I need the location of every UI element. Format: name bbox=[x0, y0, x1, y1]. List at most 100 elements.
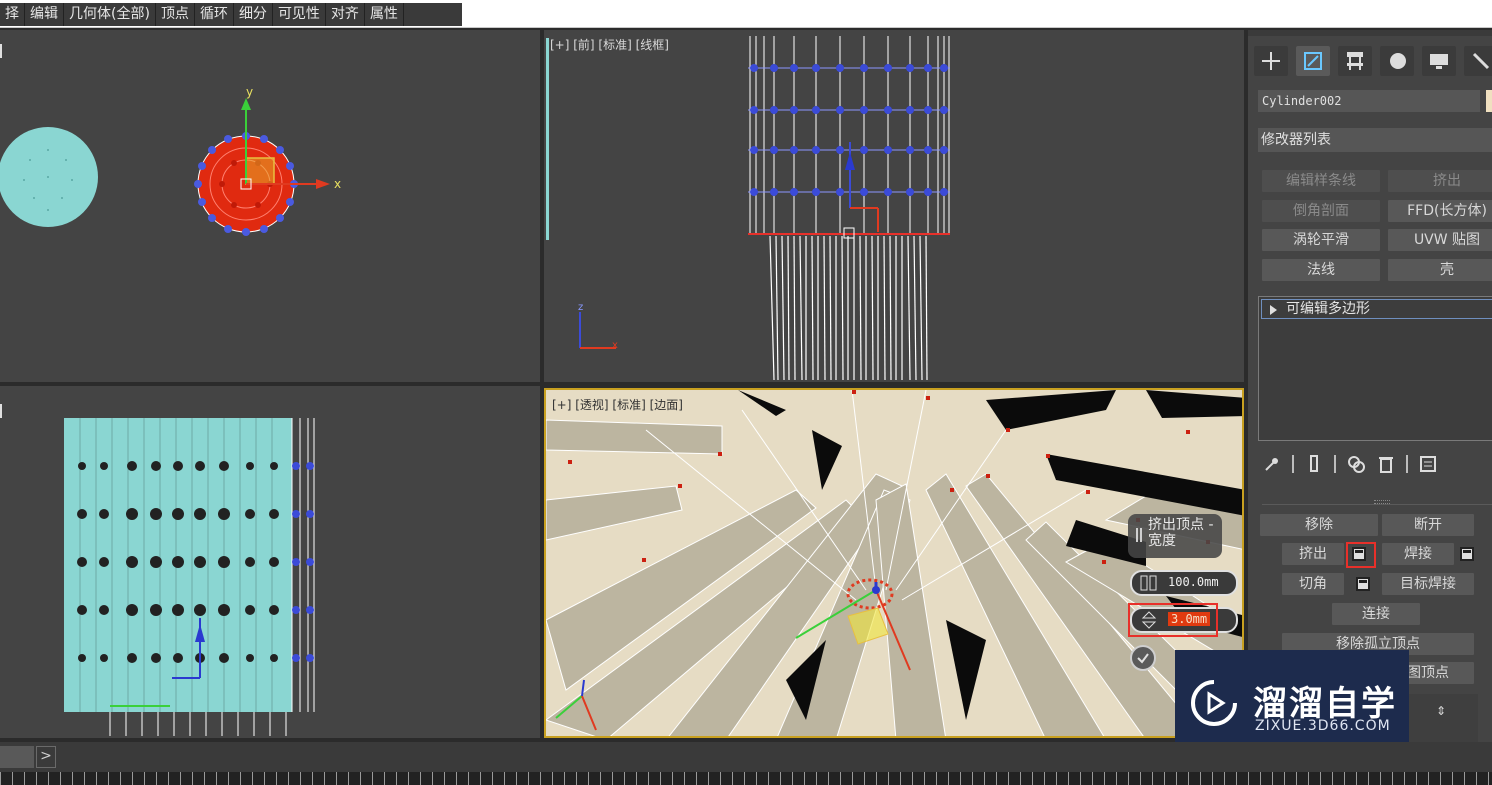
motion-tab[interactable] bbox=[1380, 46, 1414, 76]
menu-align[interactable]: 对齐 bbox=[326, 3, 365, 26]
play-logo-icon bbox=[1191, 680, 1237, 726]
caddy-height-field[interactable]: 100.0mm bbox=[1130, 570, 1238, 596]
axis-tripod-x-label: x bbox=[612, 340, 618, 351]
normal-button[interactable]: 法线 bbox=[1262, 259, 1380, 281]
perspective-scene bbox=[546, 390, 1242, 736]
modify-icon bbox=[1304, 52, 1322, 70]
stack-item-label: 可编辑多边形 bbox=[1286, 301, 1370, 317]
display-icon bbox=[1430, 54, 1448, 69]
modify-tab[interactable] bbox=[1296, 46, 1330, 76]
ffd-box-button[interactable]: FFD(长方体) bbox=[1388, 200, 1492, 222]
stack-toolbar bbox=[1262, 454, 1438, 474]
weld-settings-button[interactable] bbox=[1460, 547, 1474, 561]
menu-subdivision[interactable]: 细分 bbox=[234, 3, 273, 26]
panel-top-strip bbox=[1248, 30, 1492, 36]
watermark-subtitle: ZIXUE.3D66.COM bbox=[1255, 718, 1391, 734]
shell-button[interactable]: 壳 bbox=[1388, 259, 1492, 281]
menu-vertices[interactable]: 顶点 bbox=[156, 3, 195, 26]
menu-visibility[interactable]: 可见性 bbox=[273, 3, 326, 26]
viewport-corner-marker bbox=[0, 44, 2, 58]
make-unique-icon[interactable] bbox=[1346, 454, 1366, 474]
menu-loops[interactable]: 循环 bbox=[195, 3, 234, 26]
viewport-divider-horizontal[interactable] bbox=[0, 382, 1244, 386]
caddy-grip-icon[interactable] bbox=[1136, 528, 1142, 542]
caddy-title-text: 挤出顶点 -宽度 bbox=[1148, 517, 1214, 549]
chamfer-vertex-button[interactable]: 切角 bbox=[1282, 573, 1344, 595]
viewport-left[interactable] bbox=[0, 386, 540, 738]
pin-stack-icon[interactable] bbox=[1262, 454, 1282, 474]
uvw-map-button[interactable]: UVW 贴图 bbox=[1388, 229, 1492, 251]
modifier-stack: 可编辑多边形 bbox=[1258, 296, 1492, 441]
utilities-tab[interactable] bbox=[1464, 46, 1492, 76]
height-icon bbox=[1140, 575, 1157, 591]
caddy-height-value[interactable]: 100.0mm bbox=[1168, 575, 1219, 589]
toolbar-divider-3 bbox=[1406, 455, 1408, 473]
remove-modifier-icon[interactable] bbox=[1376, 454, 1396, 474]
plus-icon bbox=[1262, 52, 1280, 70]
display-tab[interactable] bbox=[1422, 46, 1456, 76]
configure-sets-icon[interactable] bbox=[1418, 454, 1438, 474]
connect-vertex-button[interactable]: 连接 bbox=[1332, 603, 1420, 625]
cyan-edge-front bbox=[546, 38, 549, 240]
ribbon-menu: 择 编辑 几何体(全部) 顶点 循环 细分 可见性 对齐 属性 bbox=[0, 3, 462, 26]
toolbar-divider bbox=[1292, 455, 1294, 473]
spinner-arrows-icon[interactable]: ⇕ bbox=[1436, 704, 1446, 718]
command-panel: Cylinder002 修改器列表 编辑样条线 挤出 倒角剖面 FFD(长方体)… bbox=[1248, 30, 1492, 742]
extrude-vertex-button[interactable]: 挤出 bbox=[1282, 543, 1344, 565]
top-view-scene: y x bbox=[0, 44, 341, 236]
turbosmooth-button[interactable]: 涡轮平滑 bbox=[1262, 229, 1380, 251]
left-view-scene bbox=[0, 404, 315, 736]
extrude-mod-button[interactable]: 挤出 bbox=[1388, 170, 1492, 192]
hierarchy-icon bbox=[1347, 52, 1363, 70]
stack-item-editable-poly[interactable]: 可编辑多边形 bbox=[1261, 299, 1492, 319]
object-color-swatch[interactable] bbox=[1486, 90, 1492, 112]
viewport-perspective[interactable]: [+] [透视] [标准] [边面] bbox=[544, 388, 1244, 738]
object-name-field[interactable]: Cylinder002 bbox=[1258, 90, 1480, 112]
expand-arrow-icon[interactable] bbox=[1270, 305, 1277, 315]
highlight-width-box bbox=[1128, 603, 1218, 637]
create-tab[interactable] bbox=[1254, 46, 1288, 76]
viewport-label-perspective[interactable]: [+] [透视] [标准] [边面] bbox=[552, 396, 683, 413]
front-extruded-spikes bbox=[769, 235, 928, 381]
weld-vertex-button[interactable]: 焊接 bbox=[1382, 543, 1454, 565]
status-bar: > bbox=[0, 742, 1492, 772]
panel-tabs bbox=[1254, 46, 1492, 76]
viewport-corner-marker-2 bbox=[0, 404, 2, 418]
caddy-ok-button[interactable] bbox=[1130, 645, 1156, 671]
wrench-icon bbox=[1472, 52, 1490, 70]
chamfer-settings-button[interactable] bbox=[1356, 577, 1370, 591]
gizmo-plane[interactable] bbox=[245, 157, 275, 185]
checkmark-icon bbox=[1137, 653, 1149, 664]
target-weld-button[interactable]: 目标焊接 bbox=[1382, 573, 1474, 595]
rollout-grip[interactable] bbox=[1374, 500, 1390, 504]
menu-bar: 择 编辑 几何体(全部) 顶点 循环 细分 可见性 对齐 属性 bbox=[0, 0, 1492, 28]
bevel-profile-button[interactable]: 倒角剖面 bbox=[1262, 200, 1380, 222]
gizmo-y-label: y bbox=[246, 85, 253, 99]
gizmo-x-arrow bbox=[316, 179, 330, 189]
timeline-ruler[interactable] bbox=[0, 772, 1492, 785]
persp-gizmo-center bbox=[872, 586, 880, 594]
edit-spline-button[interactable]: 编辑样条线 bbox=[1262, 170, 1380, 192]
viewport-front[interactable]: [+] [前] [标准] [线框] z x bbox=[544, 30, 1244, 382]
next-frame-button[interactable]: > bbox=[36, 746, 56, 768]
modifier-list-dropdown[interactable]: 修改器列表 bbox=[1258, 128, 1492, 152]
gizmo-y-arrow bbox=[241, 98, 251, 110]
caddy-title[interactable]: 挤出顶点 -宽度 bbox=[1128, 514, 1222, 558]
gizmo-x-label: x bbox=[334, 177, 341, 191]
hierarchy-tab[interactable] bbox=[1338, 46, 1372, 76]
break-vertex-button[interactable]: 断开 bbox=[1382, 514, 1474, 536]
front-view-scene: z x bbox=[546, 36, 950, 381]
menu-properties[interactable]: 属性 bbox=[365, 3, 404, 26]
menu-select[interactable]: 择 bbox=[0, 3, 25, 26]
side-spikes-bottom bbox=[109, 712, 287, 736]
rollout-separator bbox=[1262, 504, 1492, 505]
toolbar-divider-2 bbox=[1334, 455, 1336, 473]
viewport-top[interactable]: y x bbox=[0, 30, 540, 382]
show-end-result-icon[interactable] bbox=[1304, 454, 1324, 474]
front-gizmo-z-arrow bbox=[845, 152, 855, 170]
remove-vertex-button[interactable]: 移除 bbox=[1260, 514, 1378, 536]
side-vertices-right bbox=[292, 462, 314, 662]
menu-geometry-all[interactable]: 几何体(全部) bbox=[64, 3, 156, 26]
menu-edit[interactable]: 编辑 bbox=[25, 3, 64, 26]
frame-field[interactable] bbox=[0, 746, 34, 768]
